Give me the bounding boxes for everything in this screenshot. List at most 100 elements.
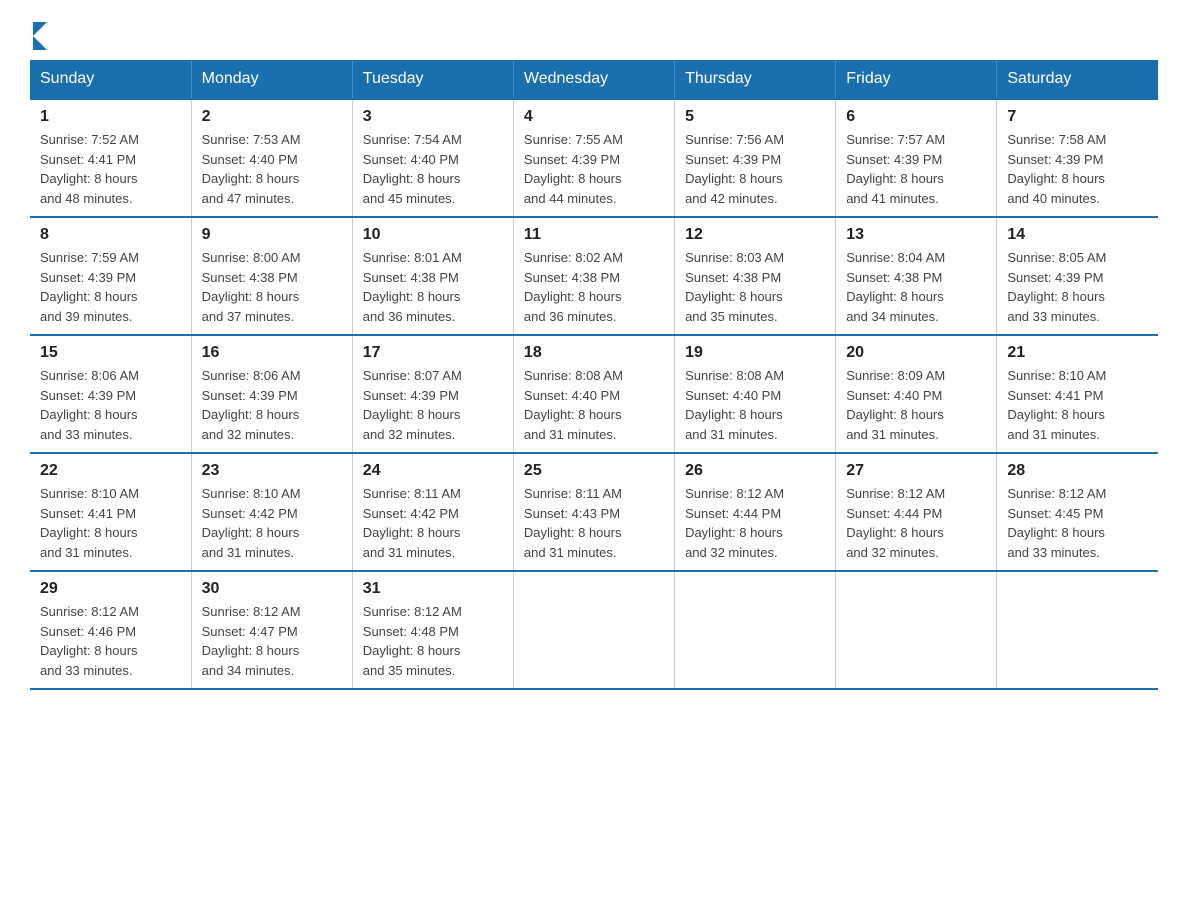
calendar-cell: 1 Sunrise: 7:52 AMSunset: 4:41 PMDaylight… bbox=[30, 99, 191, 217]
day-number: 20 bbox=[846, 344, 986, 362]
day-number: 21 bbox=[1007, 344, 1148, 362]
calendar-cell: 27Sunrise: 8:12 AMSunset: 4:44 PMDayligh… bbox=[836, 453, 997, 571]
day-info: Sunrise: 7:53 AMSunset: 4:40 PMDaylight:… bbox=[202, 132, 301, 206]
day-number: 18 bbox=[524, 344, 664, 362]
day-number: 24 bbox=[363, 462, 503, 480]
day-info: Sunrise: 7:55 AMSunset: 4:39 PMDaylight:… bbox=[524, 132, 623, 206]
calendar-cell: 5 Sunrise: 7:56 AMSunset: 4:39 PMDaylight… bbox=[675, 99, 836, 217]
calendar-cell: 12 Sunrise: 8:03 AMSunset: 4:38 PMDayligh… bbox=[675, 217, 836, 335]
day-number: 29 bbox=[40, 580, 181, 598]
day-number: 12 bbox=[685, 226, 825, 244]
page-header bbox=[30, 20, 1158, 50]
calendar-table: SundayMondayTuesdayWednesdayThursdayFrid… bbox=[30, 60, 1158, 690]
day-info: Sunrise: 8:10 AMSunset: 4:41 PMDaylight:… bbox=[1007, 368, 1106, 442]
day-number: 6 bbox=[846, 108, 986, 126]
calendar-cell: 20Sunrise: 8:09 AMSunset: 4:40 PMDayligh… bbox=[836, 335, 997, 453]
calendar-cell: 22 Sunrise: 8:10 AMSunset: 4:41 PMDayligh… bbox=[30, 453, 191, 571]
day-info: Sunrise: 8:12 AMSunset: 4:44 PMDaylight:… bbox=[685, 486, 784, 560]
header-monday: Monday bbox=[191, 60, 352, 99]
calendar-cell: 26 Sunrise: 8:12 AMSunset: 4:44 PMDayligh… bbox=[675, 453, 836, 571]
calendar-cell: 17 Sunrise: 8:07 AMSunset: 4:39 PMDayligh… bbox=[352, 335, 513, 453]
day-info: Sunrise: 8:01 AMSunset: 4:38 PMDaylight:… bbox=[363, 250, 462, 324]
calendar-week-row: 1 Sunrise: 7:52 AMSunset: 4:41 PMDaylight… bbox=[30, 99, 1158, 217]
day-number: 11 bbox=[524, 226, 664, 244]
day-info: Sunrise: 8:00 AMSunset: 4:38 PMDaylight:… bbox=[202, 250, 301, 324]
day-info: Sunrise: 8:12 AMSunset: 4:48 PMDaylight:… bbox=[363, 604, 462, 678]
day-info: Sunrise: 8:07 AMSunset: 4:39 PMDaylight:… bbox=[363, 368, 462, 442]
calendar-cell: 30Sunrise: 8:12 AMSunset: 4:47 PMDayligh… bbox=[191, 571, 352, 689]
calendar-cell: 19Sunrise: 8:08 AMSunset: 4:40 PMDayligh… bbox=[675, 335, 836, 453]
day-number: 30 bbox=[202, 580, 342, 598]
header-friday: Friday bbox=[836, 60, 997, 99]
day-info: Sunrise: 7:59 AMSunset: 4:39 PMDaylight:… bbox=[40, 250, 139, 324]
calendar-cell: 3 Sunrise: 7:54 AMSunset: 4:40 PMDaylight… bbox=[352, 99, 513, 217]
day-number: 5 bbox=[685, 108, 825, 126]
header-tuesday: Tuesday bbox=[352, 60, 513, 99]
calendar-cell: 7 Sunrise: 7:58 AMSunset: 4:39 PMDaylight… bbox=[997, 99, 1158, 217]
day-info: Sunrise: 8:08 AMSunset: 4:40 PMDaylight:… bbox=[524, 368, 623, 442]
day-info: Sunrise: 8:02 AMSunset: 4:38 PMDaylight:… bbox=[524, 250, 623, 324]
day-number: 8 bbox=[40, 226, 181, 244]
calendar-cell: 9 Sunrise: 8:00 AMSunset: 4:38 PMDaylight… bbox=[191, 217, 352, 335]
calendar-cell: 31 Sunrise: 8:12 AMSunset: 4:48 PMDayligh… bbox=[352, 571, 513, 689]
day-info: Sunrise: 8:06 AMSunset: 4:39 PMDaylight:… bbox=[40, 368, 139, 442]
day-number: 10 bbox=[363, 226, 503, 244]
day-number: 2 bbox=[202, 108, 342, 126]
day-info: Sunrise: 8:04 AMSunset: 4:38 PMDaylight:… bbox=[846, 250, 945, 324]
calendar-week-row: 8 Sunrise: 7:59 AMSunset: 4:39 PMDaylight… bbox=[30, 217, 1158, 335]
calendar-cell: 28 Sunrise: 8:12 AMSunset: 4:45 PMDayligh… bbox=[997, 453, 1158, 571]
calendar-cell: 10 Sunrise: 8:01 AMSunset: 4:38 PMDayligh… bbox=[352, 217, 513, 335]
day-info: Sunrise: 7:56 AMSunset: 4:39 PMDaylight:… bbox=[685, 132, 784, 206]
day-number: 19 bbox=[685, 344, 825, 362]
calendar-cell: 21 Sunrise: 8:10 AMSunset: 4:41 PMDayligh… bbox=[997, 335, 1158, 453]
day-info: Sunrise: 8:11 AMSunset: 4:42 PMDaylight:… bbox=[363, 486, 461, 560]
day-number: 7 bbox=[1007, 108, 1148, 126]
day-info: Sunrise: 7:54 AMSunset: 4:40 PMDaylight:… bbox=[363, 132, 462, 206]
calendar-cell: 23 Sunrise: 8:10 AMSunset: 4:42 PMDayligh… bbox=[191, 453, 352, 571]
day-number: 25 bbox=[524, 462, 664, 480]
calendar-cell: 4 Sunrise: 7:55 AMSunset: 4:39 PMDaylight… bbox=[513, 99, 674, 217]
calendar-week-row: 22 Sunrise: 8:10 AMSunset: 4:41 PMDayligh… bbox=[30, 453, 1158, 571]
day-info: Sunrise: 8:03 AMSunset: 4:38 PMDaylight:… bbox=[685, 250, 784, 324]
day-info: Sunrise: 8:10 AMSunset: 4:42 PMDaylight:… bbox=[202, 486, 301, 560]
calendar-cell bbox=[836, 571, 997, 689]
day-number: 26 bbox=[685, 462, 825, 480]
calendar-cell: 16Sunrise: 8:06 AMSunset: 4:39 PMDayligh… bbox=[191, 335, 352, 453]
header-wednesday: Wednesday bbox=[513, 60, 674, 99]
calendar-cell: 18 Sunrise: 8:08 AMSunset: 4:40 PMDayligh… bbox=[513, 335, 674, 453]
day-number: 17 bbox=[363, 344, 503, 362]
day-info: Sunrise: 8:05 AMSunset: 4:39 PMDaylight:… bbox=[1007, 250, 1106, 324]
calendar-cell: 8 Sunrise: 7:59 AMSunset: 4:39 PMDaylight… bbox=[30, 217, 191, 335]
day-number: 15 bbox=[40, 344, 181, 362]
day-number: 3 bbox=[363, 108, 503, 126]
day-info: Sunrise: 8:12 AMSunset: 4:46 PMDaylight:… bbox=[40, 604, 139, 678]
day-info: Sunrise: 7:52 AMSunset: 4:41 PMDaylight:… bbox=[40, 132, 139, 206]
header-sunday: Sunday bbox=[30, 60, 191, 99]
day-info: Sunrise: 8:10 AMSunset: 4:41 PMDaylight:… bbox=[40, 486, 139, 560]
calendar-cell: 15 Sunrise: 8:06 AMSunset: 4:39 PMDayligh… bbox=[30, 335, 191, 453]
day-number: 27 bbox=[846, 462, 986, 480]
day-number: 22 bbox=[40, 462, 181, 480]
day-number: 13 bbox=[846, 226, 986, 244]
day-number: 1 bbox=[40, 108, 181, 126]
day-number: 28 bbox=[1007, 462, 1148, 480]
header-saturday: Saturday bbox=[997, 60, 1158, 99]
day-info: Sunrise: 8:12 AMSunset: 4:45 PMDaylight:… bbox=[1007, 486, 1106, 560]
calendar-week-row: 29 Sunrise: 8:12 AMSunset: 4:46 PMDayligh… bbox=[30, 571, 1158, 689]
logo bbox=[30, 20, 47, 50]
day-number: 4 bbox=[524, 108, 664, 126]
header-thursday: Thursday bbox=[675, 60, 836, 99]
day-number: 23 bbox=[202, 462, 342, 480]
day-number: 31 bbox=[363, 580, 503, 598]
day-info: Sunrise: 8:11 AMSunset: 4:43 PMDaylight:… bbox=[524, 486, 622, 560]
calendar-cell: 13 Sunrise: 8:04 AMSunset: 4:38 PMDayligh… bbox=[836, 217, 997, 335]
day-number: 9 bbox=[202, 226, 342, 244]
calendar-header-row: SundayMondayTuesdayWednesdayThursdayFrid… bbox=[30, 60, 1158, 99]
day-info: Sunrise: 7:58 AMSunset: 4:39 PMDaylight:… bbox=[1007, 132, 1106, 206]
calendar-cell: 6 Sunrise: 7:57 AMSunset: 4:39 PMDaylight… bbox=[836, 99, 997, 217]
day-info: Sunrise: 7:57 AMSunset: 4:39 PMDaylight:… bbox=[846, 132, 945, 206]
calendar-cell: 2 Sunrise: 7:53 AMSunset: 4:40 PMDaylight… bbox=[191, 99, 352, 217]
calendar-cell: 11 Sunrise: 8:02 AMSunset: 4:38 PMDayligh… bbox=[513, 217, 674, 335]
logo-triangle-top bbox=[33, 22, 47, 36]
day-info: Sunrise: 8:06 AMSunset: 4:39 PMDaylight:… bbox=[202, 368, 301, 442]
